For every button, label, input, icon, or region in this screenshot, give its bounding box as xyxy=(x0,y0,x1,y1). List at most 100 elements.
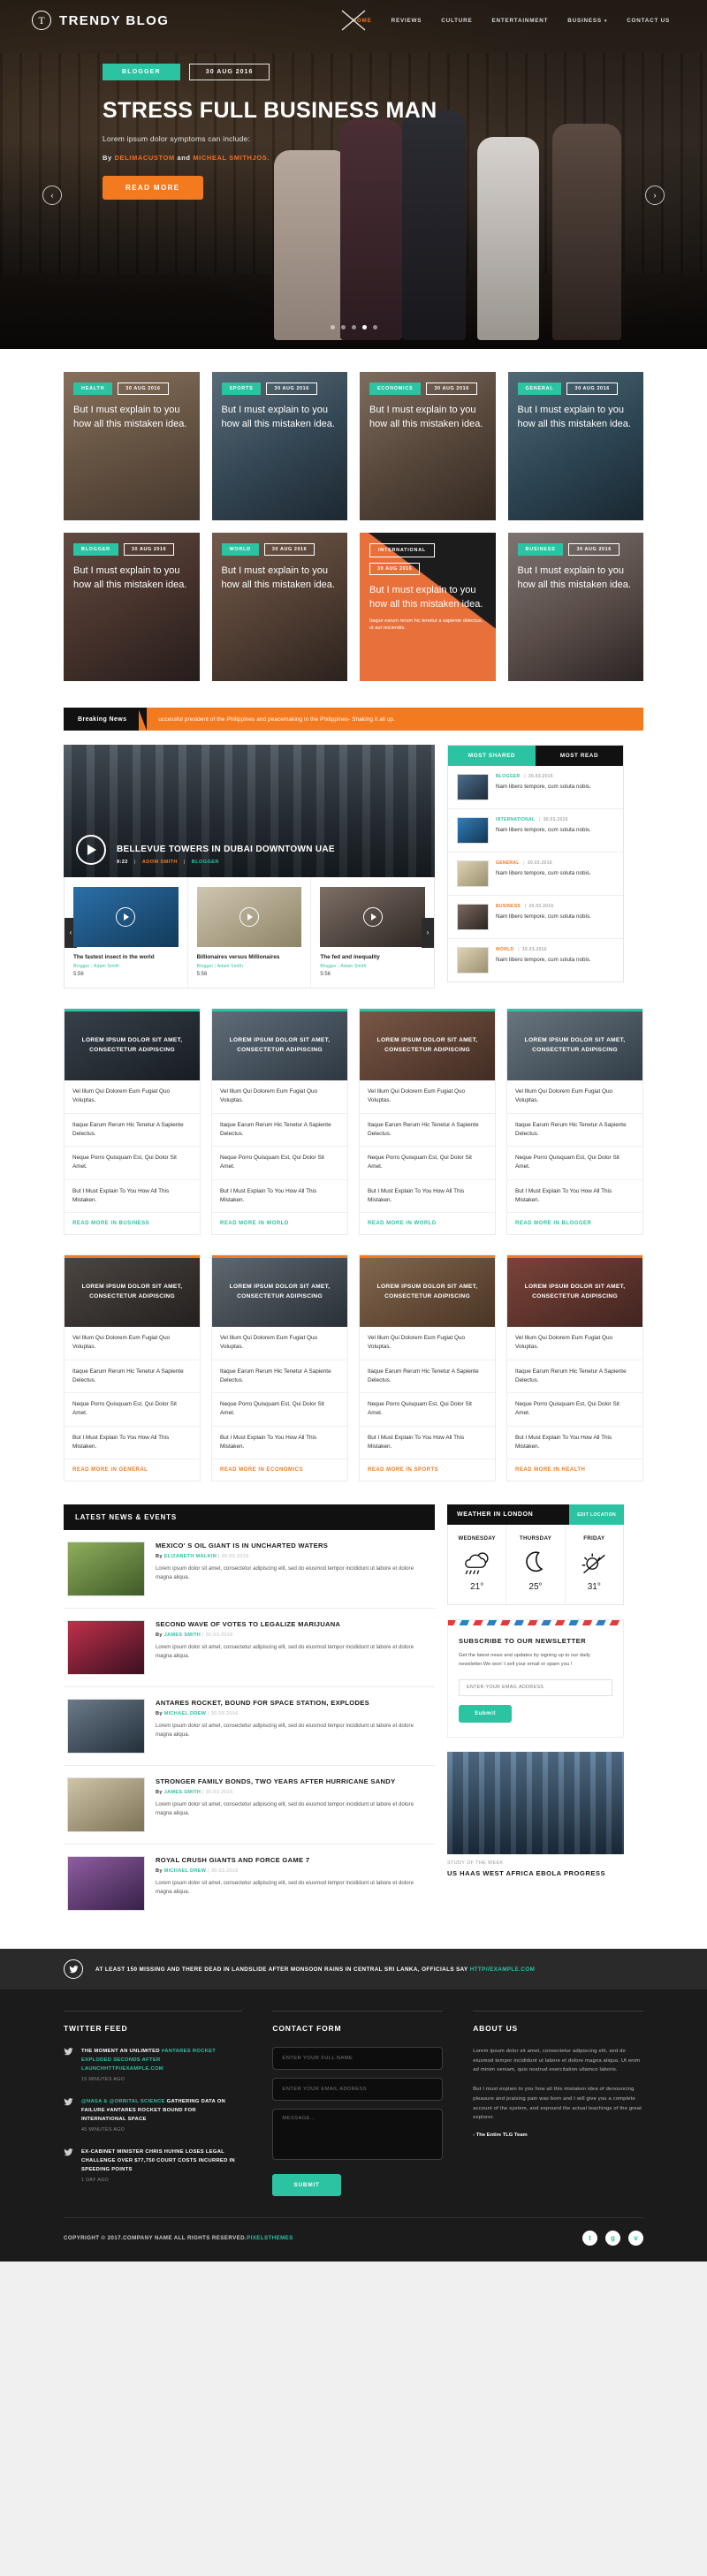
category-card[interactable]: BLOGGER 30 AUG 2016 But I must explain t… xyxy=(64,533,200,681)
latest-news-author[interactable]: ELIZABETH MALKIN xyxy=(164,1554,217,1559)
most-shared-category[interactable]: INTERNATIONAL xyxy=(496,817,535,822)
latest-news-author[interactable]: MICHAEL DREW xyxy=(164,1868,207,1874)
nav-item-culture[interactable]: CULTURE xyxy=(441,18,472,24)
article-read-more-link[interactable]: READ MORE IN SPORTS xyxy=(360,1459,495,1481)
nav-item-business[interactable]: BUSINESS ▾ xyxy=(567,18,607,24)
article-list-item[interactable]: Itaque Earum Rerum Hic Tenetur A Sapient… xyxy=(65,1360,200,1393)
category-card[interactable]: INTERNATIONAL 30 AUG 2016 But I must exp… xyxy=(360,533,496,681)
category-tag[interactable]: HEALTH xyxy=(73,383,113,395)
vimeo-icon[interactable]: v xyxy=(628,2230,643,2246)
latest-news-title[interactable]: SECOND WAVE OF VOTES TO LEGALIZE MARIJUA… xyxy=(156,1620,431,1628)
article-read-more-link[interactable]: READ MORE IN WORLD xyxy=(360,1213,495,1234)
article-read-more-link[interactable]: READ MORE IN HEALTH xyxy=(507,1459,642,1481)
article-image[interactable]: LOREM IPSUM DOLOR SIT AMET, CONSECTETUR … xyxy=(360,1258,495,1327)
tab-most-shared[interactable]: MOST SHARED xyxy=(448,746,536,766)
video-carousel-next[interactable]: › xyxy=(422,917,434,948)
category-card[interactable]: HEALTH 30 AUG 2016 But I must explain to… xyxy=(64,372,200,520)
article-list-item[interactable]: Vel Illum Qui Dolorem Eum Fugiat Quo Vol… xyxy=(360,1327,495,1360)
newsletter-email-input[interactable] xyxy=(459,1678,612,1696)
hero-dot[interactable] xyxy=(361,325,367,330)
article-image[interactable]: LOREM IPSUM DOLOR SIT AMET, CONSECTETUR … xyxy=(65,1011,200,1080)
hero-dot[interactable] xyxy=(351,325,356,330)
twitter-bar-link[interactable]: HTTP//EXAMPLE.COM xyxy=(470,1966,536,1973)
twitter-icon[interactable]: t xyxy=(582,2230,597,2246)
hero-dot[interactable] xyxy=(340,325,346,330)
article-list-item[interactable]: But I Must Explain To You How All This M… xyxy=(507,1180,642,1213)
most-shared-category[interactable]: GENERAL xyxy=(496,860,519,866)
article-list-item[interactable]: But I Must Explain To You How All This M… xyxy=(507,1427,642,1459)
hero-category-badge[interactable]: BLOGGER xyxy=(103,64,180,80)
contact-email-input[interactable] xyxy=(272,2078,444,2101)
tab-most-read[interactable]: MOST READ xyxy=(536,746,623,766)
latest-news-title[interactable]: STRONGER FAMILY BONDS, TWO YEARS AFTER H… xyxy=(156,1777,431,1785)
newsletter-submit-button[interactable]: Submit xyxy=(459,1704,512,1723)
article-list-item[interactable]: Neque Porro Quisquam Est, Qui Dolor Sit … xyxy=(65,1147,200,1180)
hero-dot[interactable] xyxy=(330,325,335,330)
category-card[interactable]: WORLD 30 AUG 2016 But I must explain to … xyxy=(211,533,347,681)
article-list-item[interactable]: But I Must Explain To You How All This M… xyxy=(65,1180,200,1213)
article-list-item[interactable]: Vel Illum Qui Dolorem Eum Fugiat Quo Vol… xyxy=(65,1327,200,1360)
article-image[interactable]: LOREM IPSUM DOLOR SIT AMET, CONSECTETUR … xyxy=(507,1011,642,1080)
article-list-item[interactable]: Itaque Earum Rerum Hic Tenetur A Sapient… xyxy=(507,1360,642,1393)
most-shared-item[interactable]: INTERNATIONAL | 30.03.2016 Nam libero tem… xyxy=(448,809,623,852)
article-list-item[interactable]: Neque Porro Quisquam Est, Qui Dolor Sit … xyxy=(360,1147,495,1180)
article-list-item[interactable]: Vel Illum Qui Dolorem Eum Fugiat Quo Vol… xyxy=(507,1327,642,1360)
article-list-item[interactable]: But I Must Explain To You How All This M… xyxy=(360,1180,495,1213)
video-author[interactable]: ADOM SMITH xyxy=(142,860,178,865)
contact-submit-button[interactable]: SUBMIT xyxy=(272,2174,341,2196)
twitter-feed-link[interactable]: HTTP//EXAMPLE.COM xyxy=(104,2066,163,2072)
latest-news-author[interactable]: JAMES SMITH xyxy=(164,1790,201,1795)
article-list-item[interactable]: Neque Porro Quisquam Est, Qui Dolor Sit … xyxy=(212,1147,347,1180)
article-read-more-link[interactable]: READ MORE IN ECONOMICS xyxy=(212,1459,347,1481)
category-card[interactable]: BUSINESS 30 AUG 2016 But I must explain … xyxy=(507,533,643,681)
contact-message-textarea[interactable] xyxy=(272,2109,444,2160)
article-list-item[interactable]: Vel Illum Qui Dolorem Eum Fugiat Quo Vol… xyxy=(212,1080,347,1114)
play-icon[interactable] xyxy=(116,907,136,927)
article-list-item[interactable]: Itaque Earum Rerum Hic Tenetur A Sapient… xyxy=(360,1114,495,1147)
article-list-item[interactable]: Neque Porro Quisquam Est, Qui Dolor Sit … xyxy=(360,1393,495,1427)
play-icon[interactable] xyxy=(362,907,383,927)
most-shared-category[interactable]: BLOGGER xyxy=(496,774,520,779)
most-shared-item[interactable]: WORLD | 30.03.2016 Nam libero tempore, cu… xyxy=(448,939,623,981)
article-list-item[interactable]: But I Must Explain To You How All This M… xyxy=(212,1427,347,1459)
nav-item-home[interactable]: HOME xyxy=(341,9,372,31)
hero-next-arrow[interactable]: › xyxy=(645,186,665,205)
nav-item-contact-us[interactable]: CONTACT US xyxy=(627,18,670,24)
article-list-item[interactable]: Neque Porro Quisquam Est, Qui Dolor Sit … xyxy=(507,1393,642,1427)
most-shared-category[interactable]: WORLD xyxy=(496,947,513,952)
hero-prev-arrow[interactable]: ‹ xyxy=(42,186,62,205)
article-list-item[interactable]: Vel Illum Qui Dolorem Eum Fugiat Quo Vol… xyxy=(65,1080,200,1114)
category-tag[interactable]: GENERAL xyxy=(517,383,562,395)
video-thumbnail[interactable]: The fed and inequality Blogger | Adam Sm… xyxy=(311,877,434,988)
latest-news-author[interactable]: JAMES SMITH xyxy=(164,1633,201,1638)
article-list-item[interactable]: But I Must Explain To You How All This M… xyxy=(65,1427,200,1459)
latest-news-item[interactable]: ROYAL CRUSH GIANTS AND FORCE GAME 7 By M… xyxy=(64,1845,435,1922)
article-list-item[interactable]: Neque Porro Quisquam Est, Qui Dolor Sit … xyxy=(212,1393,347,1427)
category-tag[interactable]: INTERNATIONAL xyxy=(369,543,436,557)
article-list-item[interactable]: Neque Porro Quisquam Est, Qui Dolor Sit … xyxy=(507,1147,642,1180)
copyright-link[interactable]: PIXELSTHEMES xyxy=(247,2235,293,2241)
category-tag[interactable]: ECONOMICS xyxy=(369,383,422,395)
article-image[interactable]: LOREM IPSUM DOLOR SIT AMET, CONSECTETUR … xyxy=(507,1258,642,1327)
play-icon[interactable] xyxy=(239,907,259,927)
most-shared-category[interactable]: BUSINESS xyxy=(496,904,521,909)
category-card[interactable]: ECONOMICS 30 AUG 2016 But I must explain… xyxy=(360,372,496,520)
article-list-item[interactable]: Vel Illum Qui Dolorem Eum Fugiat Quo Vol… xyxy=(507,1080,642,1114)
latest-news-item[interactable]: SECOND WAVE OF VOTES TO LEGALIZE MARIJUA… xyxy=(64,1609,435,1687)
category-card[interactable]: GENERAL 30 AUG 2016 But I must explain t… xyxy=(507,372,643,520)
most-shared-item[interactable]: BLOGGER | 30.03.2016 Nam libero tempore, … xyxy=(448,766,623,809)
contact-name-input[interactable] xyxy=(272,2047,444,2070)
article-list-item[interactable]: Itaque Earum Rerum Hic Tenetur A Sapient… xyxy=(65,1114,200,1147)
nav-item-reviews[interactable]: REVIEWS xyxy=(392,18,422,24)
article-list-item[interactable]: Vel Illum Qui Dolorem Eum Fugiat Quo Vol… xyxy=(360,1080,495,1114)
article-list-item[interactable]: But I Must Explain To You How All This M… xyxy=(360,1427,495,1459)
latest-news-title[interactable]: MEXICO' S OIL GIANT IS IN UNCHARTED WATE… xyxy=(156,1542,431,1549)
twitter-feed-item[interactable]: EX-CABINET MINISTER CHRIS HUHNE LOSES LE… xyxy=(64,2148,242,2186)
google-plus-icon[interactable]: g xyxy=(605,2230,620,2246)
article-list-item[interactable]: Itaque Earum Rerum Hic Tenetur A Sapient… xyxy=(507,1114,642,1147)
latest-news-item[interactable]: STRONGER FAMILY BONDS, TWO YEARS AFTER H… xyxy=(64,1766,435,1845)
site-logo[interactable]: T TRENDY BLOG xyxy=(32,11,169,30)
latest-news-title[interactable]: ANTARES ROCKET, BOUND FOR SPACE STATION,… xyxy=(156,1699,431,1707)
ad-title[interactable]: US HAAS WEST AFRICA EBOLA PROGRESS xyxy=(447,1869,624,1877)
article-read-more-link[interactable]: READ MORE IN WORLD xyxy=(212,1213,347,1234)
